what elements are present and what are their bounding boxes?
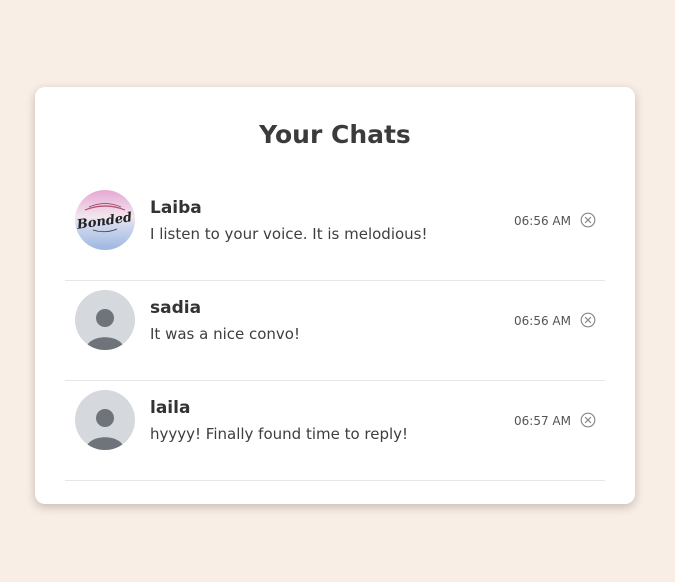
chat-name: sadia [150, 298, 202, 318]
chats-card: Your Chats Bonded Laiba I listen to your… [35, 87, 635, 504]
chat-name: Laiba [150, 198, 202, 218]
chat-item-laila[interactable]: laila hyyyy! Finally found time to reply… [65, 381, 605, 481]
avatar [75, 290, 135, 350]
avatar: Bonded [75, 190, 135, 250]
chat-preview: I listen to your voice. It is melodious! [150, 225, 428, 243]
chat-name: laila [150, 398, 191, 418]
chat-preview: It was a nice convo! [150, 325, 300, 343]
chat-preview: hyyyy! Finally found time to reply! [150, 425, 409, 443]
chat-time: 06:56 AM [514, 314, 571, 328]
default-user-icon [75, 290, 135, 350]
bonded-logo-image: Bonded [75, 190, 135, 250]
page-title: Your Chats [259, 120, 411, 149]
close-icon[interactable] [580, 412, 596, 428]
chat-time: 06:56 AM [514, 214, 571, 228]
chat-item-sadia[interactable]: sadia It was a nice convo! 06:56 AM [65, 281, 605, 381]
chat-list: Bonded Laiba I listen to your voice. It … [65, 181, 605, 481]
close-icon[interactable] [580, 312, 596, 328]
chat-time: 06:57 AM [514, 414, 571, 428]
avatar [75, 390, 135, 450]
chat-item-laiba[interactable]: Bonded Laiba I listen to your voice. It … [65, 181, 605, 281]
close-icon[interactable] [580, 212, 596, 228]
default-user-icon [75, 390, 135, 450]
